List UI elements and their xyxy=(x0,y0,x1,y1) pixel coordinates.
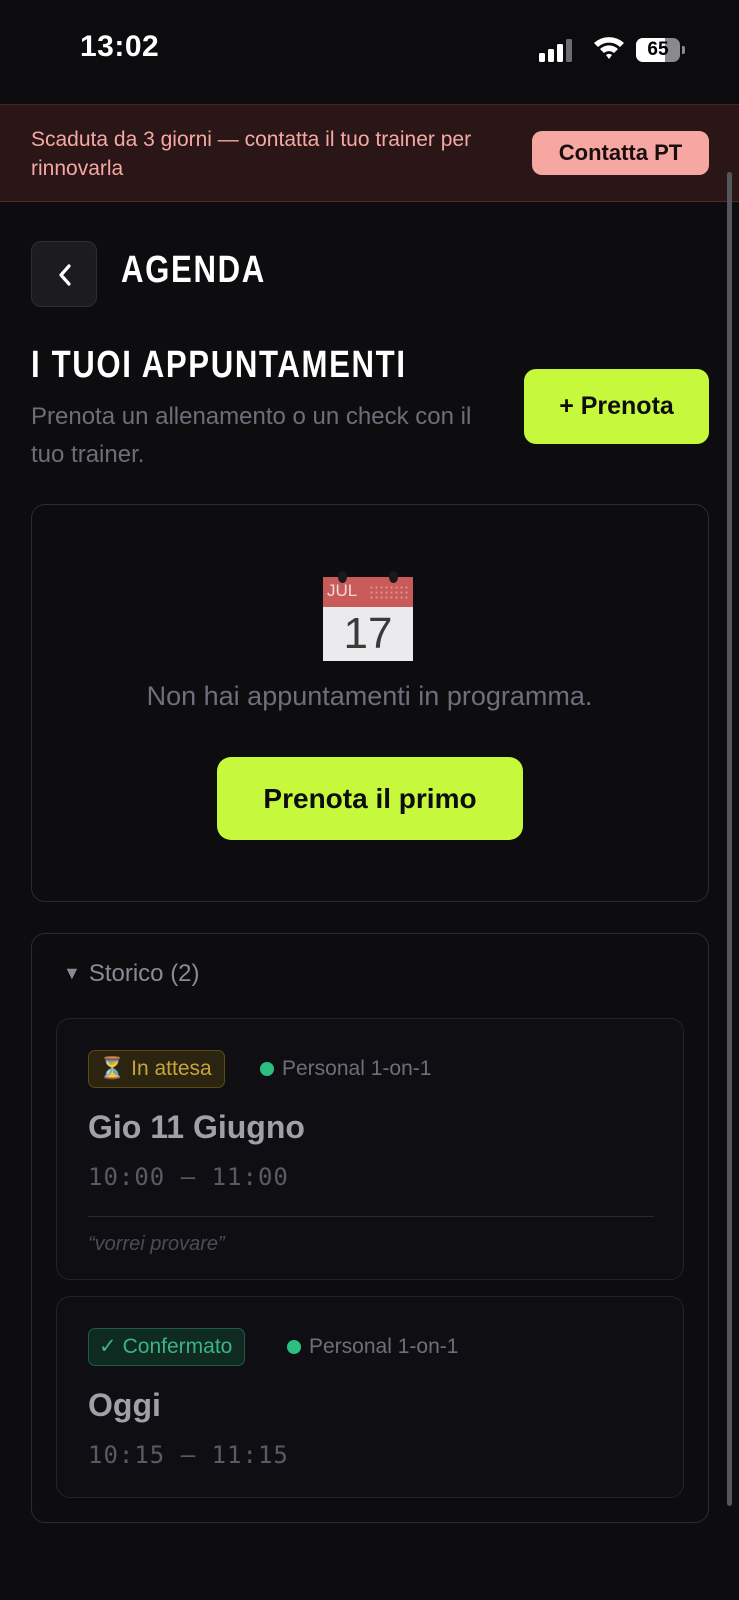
appointment-time: 10:00 — 11:00 xyxy=(88,1163,289,1191)
expiry-banner: Scaduta da 3 giorni — contatta il tuo tr… xyxy=(0,104,739,202)
wifi-icon xyxy=(594,37,624,59)
divider xyxy=(88,1216,654,1217)
appointment-card[interactable]: ✓ Confermato Personal 1-on-1 Oggi 10:15 —… xyxy=(56,1296,684,1498)
status-dot-icon xyxy=(287,1340,301,1354)
section-title: I TUOI APPUNTAMENTI xyxy=(31,344,407,386)
battery-icon: 65 xyxy=(636,38,685,62)
empty-state-card: JUL 17 Non hai appuntamenti in programma… xyxy=(31,504,709,902)
hourglass-icon: ⏳ xyxy=(99,1057,126,1080)
session-type: Personal 1-on-1 xyxy=(260,1050,431,1088)
scrollbar[interactable] xyxy=(727,172,732,1506)
banner-message: Scaduta da 3 giorni — contatta il tuo tr… xyxy=(31,128,472,180)
session-type: Personal 1-on-1 xyxy=(287,1328,458,1366)
empty-state-message: Non hai appuntamenti in programma. xyxy=(146,681,593,711)
appointment-date: Gio 11 Giugno xyxy=(88,1109,305,1145)
appointment-note: “vorrei provare” xyxy=(88,1233,225,1255)
status-badge-pending: ⏳ In attesa xyxy=(88,1050,225,1088)
history-card: ▼ Storico (2) ⏳ In attesa Personal 1-on-1 … xyxy=(31,933,709,1523)
status-bar: 13:02 65 xyxy=(0,0,739,104)
contact-pt-button[interactable]: Contatta PT xyxy=(532,131,709,175)
status-time: 13:02 xyxy=(80,30,160,63)
history-label: Storico (2) xyxy=(88,960,200,987)
status-dot-icon xyxy=(260,1062,274,1076)
section-subtitle: Prenota un allenamento o un check con il… xyxy=(31,403,472,468)
cellular-signal-icon xyxy=(539,38,579,62)
appointment-time: 10:15 — 11:15 xyxy=(88,1441,289,1469)
calendar-month: JUL xyxy=(327,581,358,600)
status-badge-confirmed: ✓ Confermato xyxy=(88,1328,246,1366)
chevron-left-icon xyxy=(59,264,71,286)
history-toggle[interactable]: ▼ Storico (2) xyxy=(63,960,200,988)
back-button[interactable] xyxy=(31,241,97,307)
appointment-date: Oggi xyxy=(88,1387,161,1423)
battery-level: 65 xyxy=(647,39,669,60)
page-title: AGENDA xyxy=(121,249,266,291)
triangle-down-icon: ▼ xyxy=(63,963,81,983)
calendar-day: 17 xyxy=(343,609,393,658)
book-first-button[interactable]: Prenota il primo xyxy=(217,757,523,840)
checkmark-icon: ✓ xyxy=(99,1335,117,1358)
appointment-card[interactable]: ⏳ In attesa Personal 1-on-1 Gio 11 Giugno… xyxy=(56,1018,684,1280)
calendar-icon: JUL 17 xyxy=(323,571,413,661)
book-button[interactable]: + Prenota xyxy=(524,369,709,444)
